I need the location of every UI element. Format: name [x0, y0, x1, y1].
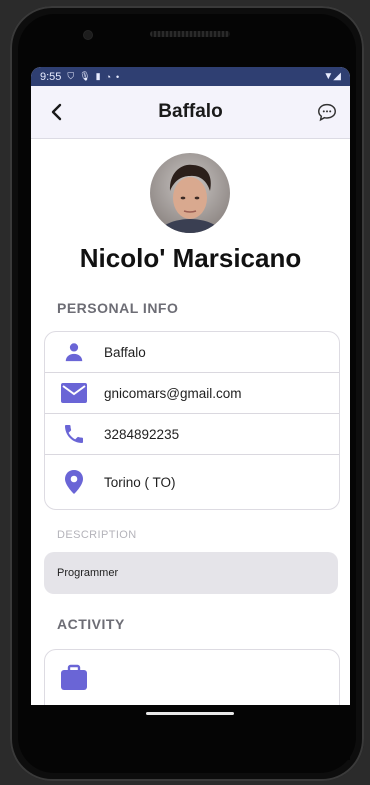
page-title: Baffalo [158, 101, 223, 122]
person-icon [59, 340, 89, 364]
status-right-icons: ▼◢ [323, 71, 341, 82]
activity-heading: ACTIVITY [57, 616, 125, 632]
chevron-left-icon[interactable] [45, 100, 69, 124]
avatar [150, 153, 230, 233]
info-phone-text: 3284892235 [104, 426, 180, 442]
sync-icon: ◔ [105, 71, 112, 82]
description-field[interactable]: Programmer [44, 552, 338, 594]
activity-card[interactable] [44, 649, 340, 705]
profile-full-name: Nicolo' Marsicano [79, 243, 302, 273]
mic-icon: 🎙︎ [79, 71, 91, 81]
info-row-location[interactable]: Torino ( TO) [45, 455, 339, 509]
info-row-username[interactable]: Baffalo [45, 332, 339, 373]
front-camera [84, 31, 92, 39]
gesture-navigation-bar [31, 705, 350, 760]
description-text: Programmer [57, 567, 119, 579]
mail-icon [59, 381, 89, 405]
info-row-email[interactable]: gnicomars@gmail.com [45, 373, 339, 414]
sd-card-icon: ▮ [95, 71, 101, 81]
phone-icon [59, 422, 89, 446]
app-screen: 9:55 ⛉ 🎙︎ ▮ ◔ • ▼◢ Baffalo Nicolo' Marsi… [31, 67, 350, 705]
dot-icon: • [116, 71, 120, 82]
status-time: 9:55 [40, 70, 62, 83]
status-bar: 9:55 ⛉ 🎙︎ ▮ ◔ • ▼◢ [31, 67, 350, 86]
info-email-text: gnicomars@gmail.com [104, 385, 242, 401]
chat-bubble-icon[interactable] [316, 101, 338, 123]
earpiece-speaker [150, 31, 230, 37]
app-bar: Baffalo [31, 86, 350, 139]
signal-icon: ◢ [333, 71, 341, 82]
home-gesture-handle[interactable] [146, 712, 234, 715]
info-row-phone[interactable]: 3284892235 [45, 414, 339, 455]
description-label: DESCRIPTION [57, 529, 137, 541]
personal-info-card: Baffalo gnicomars@gmail.com 3284892235 T… [44, 331, 340, 510]
personal-info-heading: PERSONAL INFO [57, 300, 179, 316]
info-location-text: Torino ( TO) [104, 474, 176, 490]
briefcase-icon [61, 664, 87, 690]
location-pin-icon [59, 470, 89, 494]
info-username-text: Baffalo [104, 344, 146, 360]
wifi-icon: ▼ [323, 71, 334, 82]
shield-icon: ⛉ [67, 71, 75, 81]
